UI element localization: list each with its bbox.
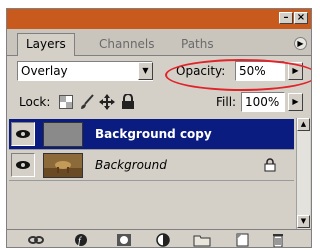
- visibility-eye-icon[interactable]: [11, 153, 35, 177]
- scroll-down-icon[interactable]: ▼: [297, 215, 310, 228]
- visibility-eye-icon[interactable]: [11, 122, 35, 146]
- lock-move-icon[interactable]: [99, 94, 115, 110]
- panel-title-bar[interactable]: – ×: [7, 9, 311, 29]
- adjustment-layer-icon[interactable]: [155, 232, 173, 248]
- blend-mode-value: Overlay: [21, 64, 68, 78]
- tab-paths[interactable]: Paths: [173, 34, 222, 55]
- scroll-up-icon[interactable]: ▲: [297, 118, 310, 131]
- layer-row[interactable]: Background: [9, 150, 294, 181]
- highlight-circle: [165, 59, 311, 91]
- lock-transparency-icon[interactable]: [59, 95, 73, 109]
- layers-panel: – × Layers Channels Paths ▶ Overlay ▼ Op…: [6, 8, 312, 248]
- panel-menu-icon[interactable]: ▶: [294, 37, 307, 50]
- new-layer-icon[interactable]: [233, 232, 251, 248]
- link-layers-icon[interactable]: [27, 232, 45, 248]
- layers-scrollbar[interactable]: ▲ ▼: [296, 118, 310, 229]
- close-icon[interactable]: ×: [294, 12, 308, 24]
- tab-layers[interactable]: Layers: [17, 33, 75, 56]
- lock-all-icon[interactable]: [121, 94, 135, 110]
- layer-thumbnail: [43, 153, 83, 178]
- add-mask-icon[interactable]: [115, 232, 133, 248]
- fill-value: 100%: [245, 95, 280, 109]
- fill-slider-arrow-icon[interactable]: ▶: [288, 93, 303, 111]
- blend-mode-select[interactable]: Overlay: [17, 61, 153, 81]
- layer-name[interactable]: Background: [95, 150, 167, 180]
- trash-icon[interactable]: [269, 232, 287, 248]
- lock-brush-icon[interactable]: [79, 94, 95, 110]
- lock-label: Lock:: [19, 95, 51, 109]
- panel-tabs: Layers Channels Paths ▶: [7, 29, 311, 56]
- layers-bottom-toolbar: f: [7, 229, 311, 248]
- fill-field[interactable]: 100%: [241, 92, 285, 112]
- new-group-icon[interactable]: [193, 232, 211, 248]
- layer-thumbnail: [43, 122, 83, 147]
- tab-channels[interactable]: Channels: [91, 34, 163, 55]
- layer-row[interactable]: Background copy: [9, 119, 294, 150]
- chevron-down-icon[interactable]: ▼: [138, 62, 153, 80]
- layer-lock-icon: [264, 158, 276, 172]
- minimize-icon[interactable]: –: [279, 12, 293, 24]
- fill-label: Fill:: [216, 95, 237, 109]
- layer-style-icon[interactable]: f: [73, 232, 91, 248]
- layer-name[interactable]: Background copy: [95, 119, 212, 149]
